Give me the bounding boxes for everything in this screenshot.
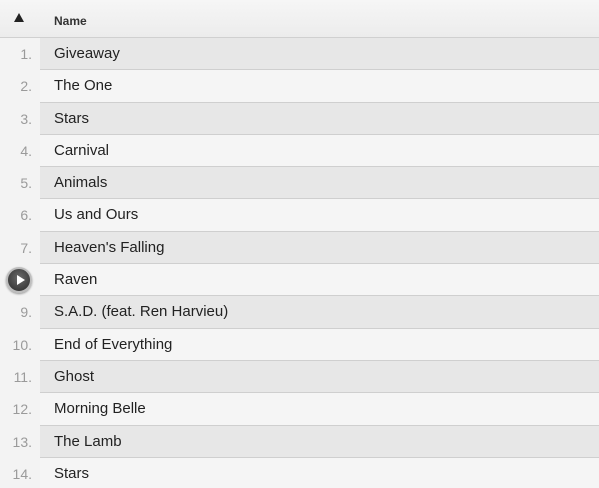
track-title: Stars bbox=[54, 464, 90, 482]
track-row[interactable]: 1. Giveaway bbox=[0, 38, 599, 71]
track-row[interactable]: 3. Stars bbox=[0, 102, 599, 135]
track-title: Us and Ours bbox=[54, 206, 139, 224]
track-number: 6. bbox=[20, 207, 32, 224]
track-number: 11. bbox=[13, 368, 32, 385]
track-title: Animals bbox=[54, 174, 108, 192]
track-list: Name 1. Giveaway 2. The One 3. Stars 4. Carn… bbox=[0, 0, 599, 488]
track-row[interactable]: 12. Morning Belle bbox=[0, 393, 599, 426]
track-title: Heaven's Falling bbox=[54, 238, 165, 256]
track-row[interactable]: 4. Carnival bbox=[0, 134, 599, 168]
track-title: Ghost bbox=[54, 367, 95, 385]
track-number: 10. bbox=[12, 336, 32, 353]
track-number: 5. bbox=[20, 175, 32, 192]
track-number: 13. bbox=[12, 433, 32, 450]
play-icon[interactable] bbox=[6, 267, 32, 294]
track-row[interactable]: 14. Stars bbox=[0, 457, 599, 488]
track-rows: 1. Giveaway 2. The One 3. Stars 4. Carnival … bbox=[0, 38, 599, 488]
track-row[interactable]: 2. The One bbox=[0, 70, 599, 103]
track-title: Stars bbox=[54, 109, 90, 127]
track-title: Carnival bbox=[54, 141, 110, 159]
track-title: The Lamb bbox=[54, 432, 122, 450]
track-title: Giveaway bbox=[54, 45, 120, 62]
list-header: Name bbox=[0, 0, 599, 38]
track-row[interactable]: 5. Animals bbox=[0, 167, 599, 200]
sort-ascending-icon[interactable] bbox=[14, 13, 24, 22]
track-number: 14. bbox=[12, 465, 32, 482]
track-row-playing[interactable]: Raven bbox=[0, 264, 599, 297]
track-number: 4. bbox=[20, 142, 32, 159]
track-number: 9. bbox=[20, 304, 32, 321]
track-row[interactable]: 9. S.A.D. (feat. Ren Harvieu) bbox=[0, 296, 599, 329]
track-title: End of Everything bbox=[54, 335, 173, 353]
track-row[interactable]: 7. Heaven's Falling bbox=[0, 231, 599, 265]
track-number: 3. bbox=[20, 110, 32, 127]
track-row[interactable]: 6. Us and Ours bbox=[0, 199, 599, 232]
track-row[interactable]: 10. End of Everything bbox=[0, 328, 599, 361]
track-title: Morning Belle bbox=[54, 400, 146, 418]
track-title: S.A.D. (feat. Ren Harvieu) bbox=[54, 303, 229, 321]
track-number: 12. bbox=[12, 401, 32, 418]
track-number: 7. bbox=[20, 239, 32, 256]
track-title: Raven bbox=[54, 271, 98, 289]
column-header-name[interactable]: Name bbox=[54, 14, 87, 28]
track-row[interactable]: 11. Ghost bbox=[0, 360, 599, 394]
track-row[interactable]: 13. The Lamb bbox=[0, 425, 599, 458]
track-title: The One bbox=[54, 77, 113, 95]
track-number: 2. bbox=[20, 78, 32, 95]
track-number: 1. bbox=[20, 46, 32, 62]
